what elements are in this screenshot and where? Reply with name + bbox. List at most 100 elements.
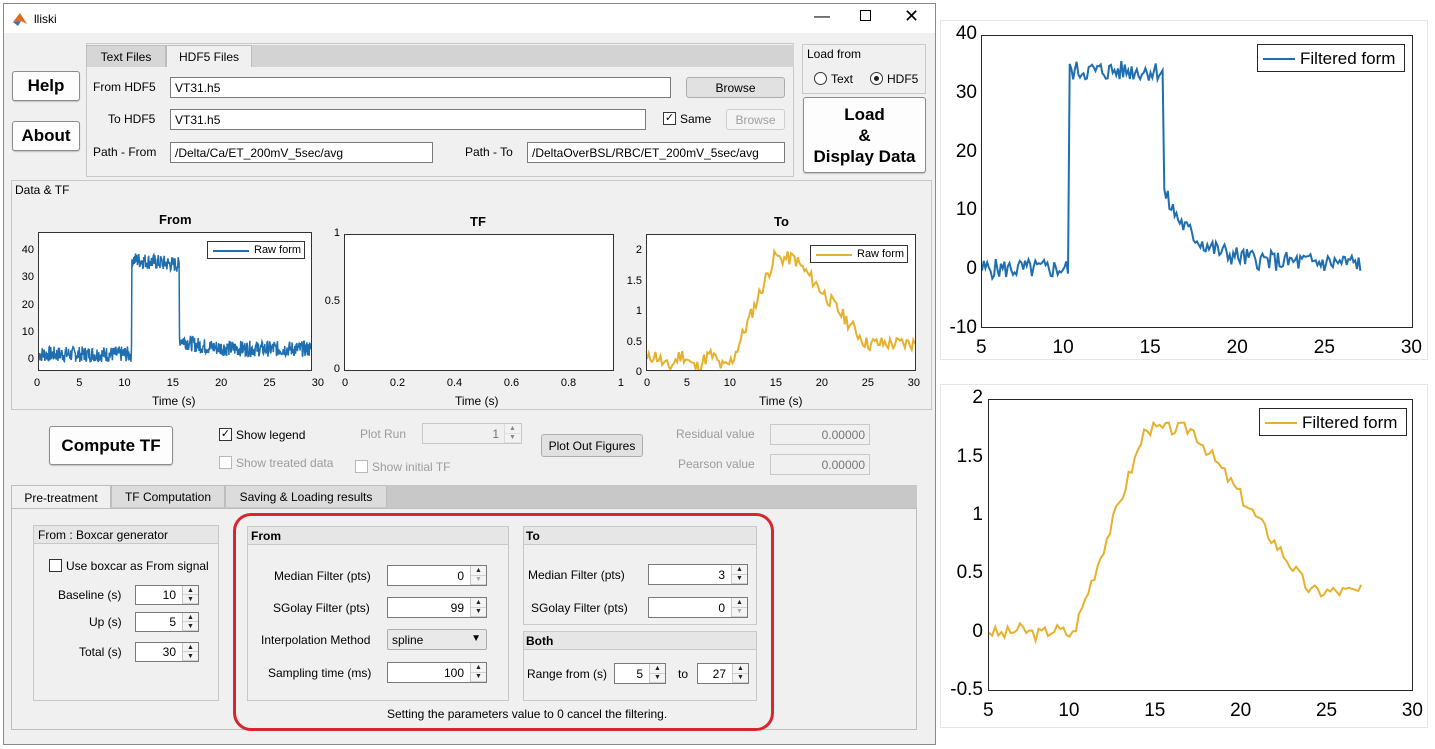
range-to-label: to [678,667,689,681]
close-button[interactable]: ✕ [904,6,919,27]
from-hdf5-label: From HDF5 [93,80,156,94]
to-legend: Raw form [810,245,908,263]
use-boxcar-checkbox[interactable] [49,559,62,572]
radio-text-label: Text [831,72,854,86]
up-label: Up (s) [89,615,122,629]
window-title: lliski [34,12,57,26]
to-hdf5-input[interactable]: VT31.h5 [170,109,646,130]
path-to-label: Path - To [465,145,513,159]
from-sgolay-stepper[interactable]: ▲ ▼ [470,598,486,617]
radio-hdf5-label: HDF5 [887,72,919,86]
pearson-label: Pearson value [678,457,755,471]
interp-label: Interpolation Method [261,633,371,647]
path-from-label: Path - From [93,145,157,159]
residual-value: 0.00000 [770,424,870,445]
range-from-stepper[interactable]: ▲ ▼ [649,664,665,683]
browse-to-button[interactable]: Browse [726,109,785,130]
same-label: Same [680,112,712,126]
show-initial-tf-label: Show initial TF [372,460,451,474]
from-legend-line [213,250,249,252]
chevron-down-icon: ▼ [471,633,481,644]
sampling-stepper[interactable]: ▲ ▼ [470,663,486,682]
to-plot-title: To [774,214,789,229]
to-sgolay-label: SGolay Filter (pts) [531,601,628,615]
to-xlabel: Time (s) [759,394,803,408]
help-button[interactable]: Help [12,71,80,101]
show-treated-checkbox[interactable] [219,456,232,469]
bottom-xticks: 5 10 15 20 25 30 [983,700,1423,721]
up-stepper[interactable]: ▲ ▼ [182,613,198,631]
show-legend-checkbox[interactable]: ✓ [219,428,232,441]
from-xticks: 0 5 10 15 20 25 30 [34,377,324,389]
range-from-label: Range from (s) [527,667,608,681]
from-median-label: Median Filter (pts) [274,569,371,583]
browse-from-button[interactable]: Browse [686,77,785,98]
from-hdf5-input[interactable]: VT31.h5 [170,77,671,98]
minimize-button[interactable]: — [814,8,830,26]
show-treated-label: Show treated data [236,456,334,470]
sampling-label: Sampling time (ms) [268,666,372,680]
tab-tf-computation[interactable]: TF Computation [111,485,225,507]
compute-tf-button[interactable]: Compute TF [49,426,173,465]
radio-text[interactable] [814,72,827,85]
top-plot-area: Filtered form [981,35,1413,328]
path-to-input[interactable]: /DeltaOverBSL/RBC/ET_200mV_5sec/avg [527,142,785,163]
tab-pre-treatment[interactable]: Pre-treatment [11,485,111,509]
to-sgolay-stepper[interactable]: ▲ ▼ [731,598,747,617]
main-window: lliski — ✕ Help About Text Files HDF5 Fi… [3,3,936,745]
pearson-value: 0.00000 [770,454,870,475]
from-xlabel: Time (s) [152,394,196,408]
filtered-figure-top: Filtered form 40 30 20 10 0 -10 5 10 15 20 2… [940,20,1428,360]
to-legend-line [816,254,852,256]
same-checkbox[interactable]: ✓ [663,112,676,125]
from-legend: Raw form [207,241,305,259]
show-legend-label: Show legend [236,428,306,442]
to-median-label: Median Filter (pts) [528,568,625,582]
use-boxcar-label: Use boxcar as From signal [66,559,209,573]
range-to-stepper[interactable]: ▲ ▼ [732,664,748,683]
plot-run-label: Plot Run [360,427,407,441]
to-filter-title: To [526,529,540,543]
plot-out-figures-button[interactable]: Plot Out Figures [541,434,643,457]
data-tf-title: Data & TF [15,183,70,197]
filter-note: Setting the parameters value to 0 cancel… [387,707,668,721]
bottom-legend: Filtered form [1259,408,1407,436]
from-sgolay-label: SGolay Filter (pts) [273,601,370,615]
tab-hdf5-files[interactable]: HDF5 Files [166,45,252,67]
filtered-figure-bottom: Filtered form 2 1.5 1 0.5 0 -0.5 5 10 15 20… [940,384,1428,728]
show-initial-tf-checkbox[interactable] [355,460,368,473]
tf-plot [344,234,614,371]
to-plot: Raw form [646,234,916,371]
total-label: Total (s) [79,645,122,659]
load-display-button[interactable]: Load & Display Data [803,97,926,173]
from-plot-title: From [159,212,192,227]
tf-xlabel: Time (s) [455,394,499,408]
baseline-label: Baseline (s) [58,588,122,602]
total-stepper[interactable]: ▲ ▼ [182,643,198,661]
tab-text-files[interactable]: Text Files [86,45,166,67]
to-xticks: 0 5 10 15 20 25 30 [644,377,920,389]
top-legend: Filtered form [1257,44,1405,72]
title-bar: lliski — ✕ [4,4,935,33]
about-button[interactable]: About [12,121,80,151]
to-yticks: 2 1.5 1 0.5 0 [626,244,642,378]
boxcar-title: From : Boxcar generator [38,528,169,542]
from-plot: Raw form [38,232,312,371]
from-filter-title: From [251,529,281,543]
both-title: Both [526,634,554,648]
radio-hdf5[interactable] [870,72,883,85]
residual-label: Residual value [676,427,755,441]
baseline-stepper[interactable]: ▲ ▼ [182,586,198,604]
top-xticks: 5 10 15 20 25 30 [976,337,1422,358]
tab-saving-loading[interactable]: Saving & Loading results [225,485,387,507]
from-median-stepper[interactable]: ▲ ▼ [470,566,486,585]
to-median-stepper[interactable]: ▲ ▼ [731,565,747,584]
from-yticks: 40 30 20 10 0 [21,244,34,366]
maximize-button[interactable] [860,10,871,21]
tf-xticks: 0 0.2 0.4 0.6 0.8 1 [342,377,624,389]
plot-run-stepper[interactable]: ▲ ▼ [504,424,520,443]
path-from-input[interactable]: /Delta/Ca/ET_200mV_5sec/avg [170,142,433,163]
interp-select[interactable]: spline ▼ [387,629,487,650]
matlab-icon [13,13,27,26]
tf-plot-title: TF [470,214,486,229]
